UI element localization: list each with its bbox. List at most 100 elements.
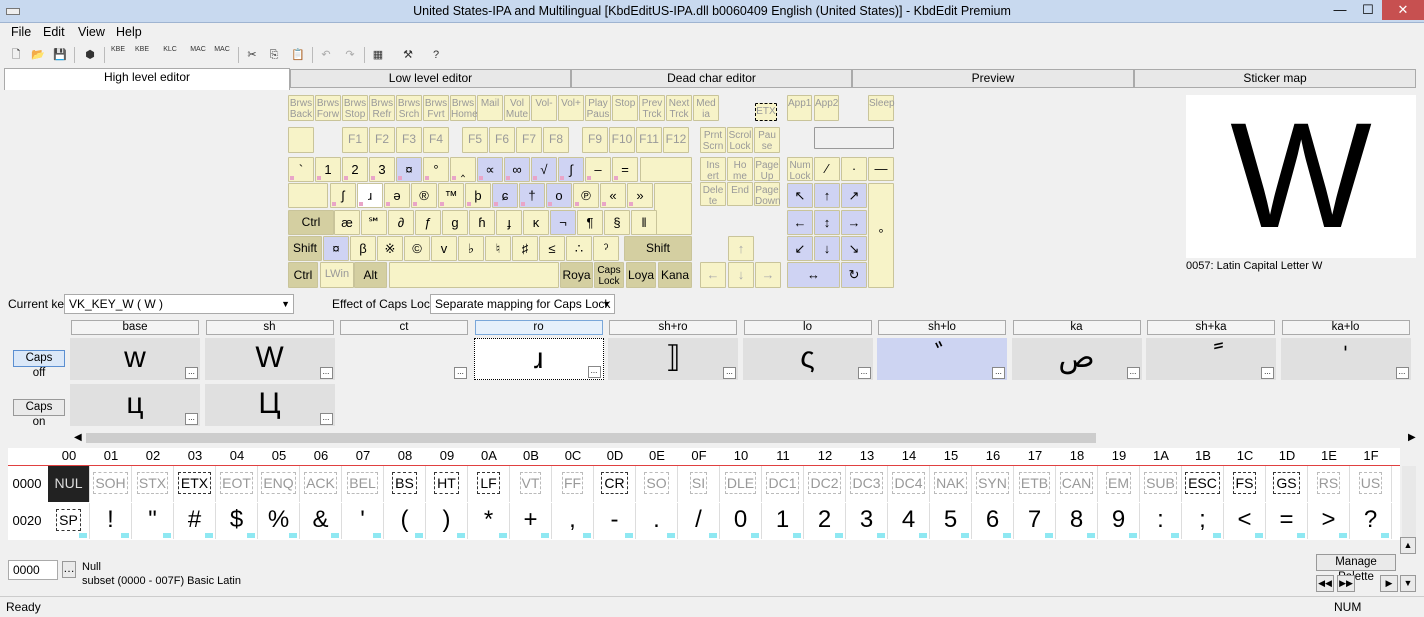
copy-icon[interactable]: ⎘ [264,45,284,65]
key[interactable]: ♭ [458,236,484,261]
media-key[interactable]: Prev Trck [639,95,665,121]
char-cell[interactable]: > [1308,503,1350,539]
char-cell[interactable]: US [1350,466,1392,502]
numpad-key[interactable]: ° [868,183,894,288]
help-icon[interactable]: ? [426,45,446,65]
shift-state-header[interactable]: lo [743,320,872,335]
shift-state-header[interactable]: ka [1012,320,1141,335]
caps-on-slot[interactable]: ц... [70,384,200,426]
system-key[interactable]: Prnt Scrn [700,127,726,153]
tab-preview[interactable]: Preview [852,69,1134,88]
f-key[interactable]: F9 [582,127,608,153]
key[interactable]: † [519,183,545,208]
char-cell[interactable]: 6 [972,503,1014,539]
key[interactable]: æ [334,210,360,235]
key[interactable]: Shift [288,236,322,261]
char-cell[interactable]: SP [48,503,90,539]
key[interactable]: Alt [354,262,387,288]
key[interactable]: √ [531,157,557,182]
char-cell[interactable]: EOT [216,466,258,502]
slot-options-button[interactable]: ... [1395,367,1409,379]
f-key[interactable]: F4 [423,127,449,153]
numpad-key[interactable]: ↑ [814,183,840,208]
first-page-icon[interactable]: ◀◀ [1316,575,1334,592]
open-icon[interactable]: 📂 [28,45,48,65]
key[interactable]: β [350,236,376,261]
tab-high-level-editor[interactable]: High level editor [4,68,290,90]
caps-off-slot[interactable]: ˈ... [1280,338,1411,380]
backspace-key[interactable] [640,157,692,182]
app2-key[interactable]: App2 [814,95,839,121]
media-key[interactable]: Vol- [531,95,557,121]
key[interactable]: = [612,157,638,182]
numpad-key[interactable]: ∕ [814,157,840,181]
char-cell[interactable]: 3 [846,503,888,539]
key[interactable]: ¶ [577,210,603,235]
new-icon[interactable]: 🗋 [6,45,26,65]
char-cell[interactable]: DLE [720,466,762,502]
key[interactable]: ∞ [504,157,530,182]
key[interactable]: 3 [369,157,395,182]
char-cell[interactable]: SOH [90,466,132,502]
key[interactable]: Kana [658,262,692,288]
char-cell[interactable]: FF [552,466,594,502]
f-key[interactable]: F12 [663,127,689,153]
key[interactable]: o [546,183,572,208]
char-cell[interactable]: LF [468,466,510,502]
key[interactable]: – [585,157,611,182]
char-cell[interactable]: ? [1350,503,1392,539]
char-cell[interactable]: 5 [930,503,972,539]
char-cell[interactable]: DC2 [804,466,846,502]
key[interactable]: v [431,236,457,261]
shift-state-header[interactable]: ka+lo [1281,320,1410,335]
char-cell[interactable]: BS [384,466,426,502]
slot-options-button[interactable]: ... [454,367,467,379]
caps-on-button[interactable]: Caps on [13,399,65,428]
key[interactable]: ɡ [442,210,468,235]
char-cell[interactable]: NAK [930,466,972,502]
char-cell[interactable]: CR [594,466,636,502]
caps-lock-select[interactable]: Separate mapping for Caps Lock ▼ [430,294,615,314]
caps-off-slot[interactable]: w... [70,338,200,380]
slot-options-button[interactable]: ... [857,367,871,379]
numpad-key[interactable]: Num Lock [787,157,813,182]
key[interactable]: ɕ [492,183,518,208]
media-key[interactable]: Med ia [693,95,719,121]
f-key[interactable]: F10 [609,127,635,153]
key[interactable]: ˀ [593,236,619,261]
slot-options-button[interactable]: ... [185,367,198,379]
char-cell[interactable]: 4 [888,503,930,539]
shift-state-header[interactable]: sh+lo [878,320,1006,335]
char-cell[interactable]: SI [678,466,720,502]
charmap-icon[interactable]: ▦ [368,45,388,65]
klc-icon[interactable]: KLC [160,45,180,65]
char-cell[interactable]: SUB [1140,466,1182,502]
media-key[interactable]: Brws Fvrt [423,95,449,121]
slot-options-button[interactable]: ... [319,413,333,425]
nav-key[interactable]: Dele te [700,182,726,207]
numpad-key[interactable]: · [841,157,867,181]
undo-icon[interactable]: ↶ [316,45,336,65]
char-cell[interactable]: 9 [1098,503,1140,539]
char-cell[interactable]: GS [1266,466,1308,502]
key[interactable]: « [600,183,626,208]
shift-state-header[interactable]: ro [474,320,603,335]
f-key[interactable]: F6 [489,127,515,153]
manage-palette-button[interactable]: Manage Palette [1316,554,1396,583]
char-cell[interactable]: 0 [720,503,762,539]
media-key[interactable]: Brws Back [288,95,314,121]
char-cell[interactable]: EM [1098,466,1140,502]
char-cell[interactable]: DC4 [888,466,930,502]
shift-state-header[interactable]: sh [205,320,334,335]
media-key[interactable]: Brws Home [450,95,478,121]
char-cell[interactable]: < [1224,503,1266,539]
key[interactable]: © [404,236,430,261]
char-cell[interactable]: SO [636,466,678,502]
kbe-save-icon[interactable]: KBE [132,45,152,65]
numpad-key[interactable]: ↕ [814,210,840,235]
key[interactable]: ¬ [550,210,576,235]
char-cell[interactable]: . [636,503,678,539]
char-cell[interactable]: 7 [1014,503,1056,539]
char-cell[interactable]: NUL [48,466,90,502]
slot-options-button[interactable]: ... [1261,367,1274,379]
